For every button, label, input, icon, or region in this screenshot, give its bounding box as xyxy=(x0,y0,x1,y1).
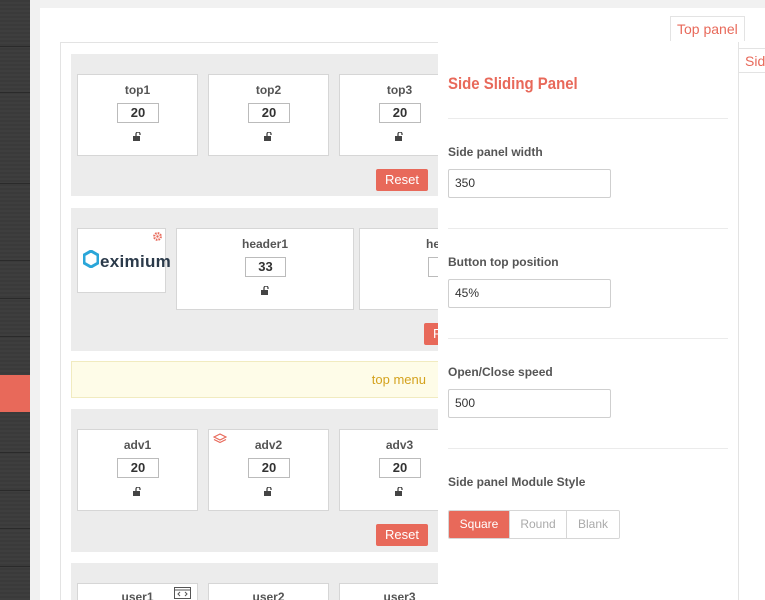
code-window-icon[interactable] xyxy=(174,587,191,599)
sidebar-divider xyxy=(0,528,30,529)
module-title: top1 xyxy=(124,83,151,97)
sidebar-divider xyxy=(0,298,30,299)
module-title: user2 xyxy=(252,590,285,600)
module-size-input[interactable]: 20 xyxy=(379,103,421,123)
gear-icon[interactable] xyxy=(152,231,163,242)
top-menu-bar[interactable]: top menu xyxy=(71,361,451,398)
panel-divider xyxy=(448,228,728,229)
lock-icon[interactable] xyxy=(264,132,273,141)
reset-button[interactable]: Reset xyxy=(376,524,428,546)
field-label-speed: Open/Close speed xyxy=(448,365,553,379)
lock-icon[interactable] xyxy=(133,132,142,141)
sidebar-divider xyxy=(0,490,30,491)
top-menu-label: top menu xyxy=(371,372,426,387)
module-size-input[interactable]: 20 xyxy=(117,458,159,478)
module-size-input[interactable]: 20 xyxy=(248,458,290,478)
lock-icon[interactable] xyxy=(261,286,270,295)
sidebar-divider xyxy=(0,336,30,337)
module-title: adv2 xyxy=(254,438,283,452)
side-sliding-panel: Side Sliding Panel Side panel width 350 … xyxy=(438,42,738,600)
module-title: adv1 xyxy=(123,438,152,452)
style-option-round[interactable]: Round xyxy=(510,511,567,538)
module-user1[interactable]: user1 xyxy=(77,583,198,600)
module-adv2[interactable]: adv2 20 xyxy=(208,429,329,511)
module-top1[interactable]: top1 20 xyxy=(77,74,198,156)
sidebar-divider xyxy=(0,452,30,453)
panel-divider xyxy=(448,448,728,449)
tab-top-panel[interactable]: Top panel xyxy=(670,16,745,41)
lock-icon[interactable] xyxy=(264,487,273,496)
button-top-position-input[interactable]: 45% xyxy=(448,279,611,308)
left-sidebar xyxy=(0,0,30,600)
module-header1[interactable]: header1 33 xyxy=(176,228,354,310)
field-label-width: Side panel width xyxy=(448,145,543,159)
lock-icon[interactable] xyxy=(395,132,404,141)
sidebar-divider xyxy=(0,46,30,47)
style-option-square[interactable]: Square xyxy=(449,511,510,538)
module-title: header1 xyxy=(241,237,289,251)
sidebar-divider xyxy=(0,183,30,184)
module-title: top2 xyxy=(255,83,282,97)
tab-side-panel[interactable]: Side panel xyxy=(738,48,765,73)
style-option-blank[interactable]: Blank xyxy=(567,511,619,538)
field-label-top-position: Button top position xyxy=(448,255,559,269)
side-panel-width-input[interactable]: 350 xyxy=(448,169,611,198)
module-top2[interactable]: top2 20 xyxy=(208,74,329,156)
sidebar-item-active[interactable] xyxy=(0,375,30,412)
field-label-module-style: Side panel Module Style xyxy=(448,475,586,489)
sidebar-divider xyxy=(0,566,30,567)
lock-icon[interactable] xyxy=(395,487,404,496)
module-size-input[interactable]: 20 xyxy=(117,103,159,123)
sidebar-divider xyxy=(0,92,30,93)
lock-icon[interactable] xyxy=(133,487,142,496)
sidebar-divider xyxy=(0,260,30,261)
panel-divider xyxy=(448,338,728,339)
hexagon-icon xyxy=(83,250,99,268)
panel-title: Side Sliding Panel xyxy=(448,74,578,93)
open-close-speed-input[interactable]: 500 xyxy=(448,389,611,418)
module-size-input[interactable]: 20 xyxy=(248,103,290,123)
module-user2[interactable]: user2 xyxy=(208,583,329,600)
module-adv1[interactable]: adv1 20 xyxy=(77,429,198,511)
module-size-input[interactable]: 33 xyxy=(245,257,286,277)
module-style-toggle: Square Round Blank xyxy=(448,510,620,539)
logo-text: eximium xyxy=(100,252,172,271)
panel-divider xyxy=(448,118,728,119)
reset-button[interactable]: Reset xyxy=(376,169,428,191)
module-size-input[interactable]: 20 xyxy=(379,458,421,478)
